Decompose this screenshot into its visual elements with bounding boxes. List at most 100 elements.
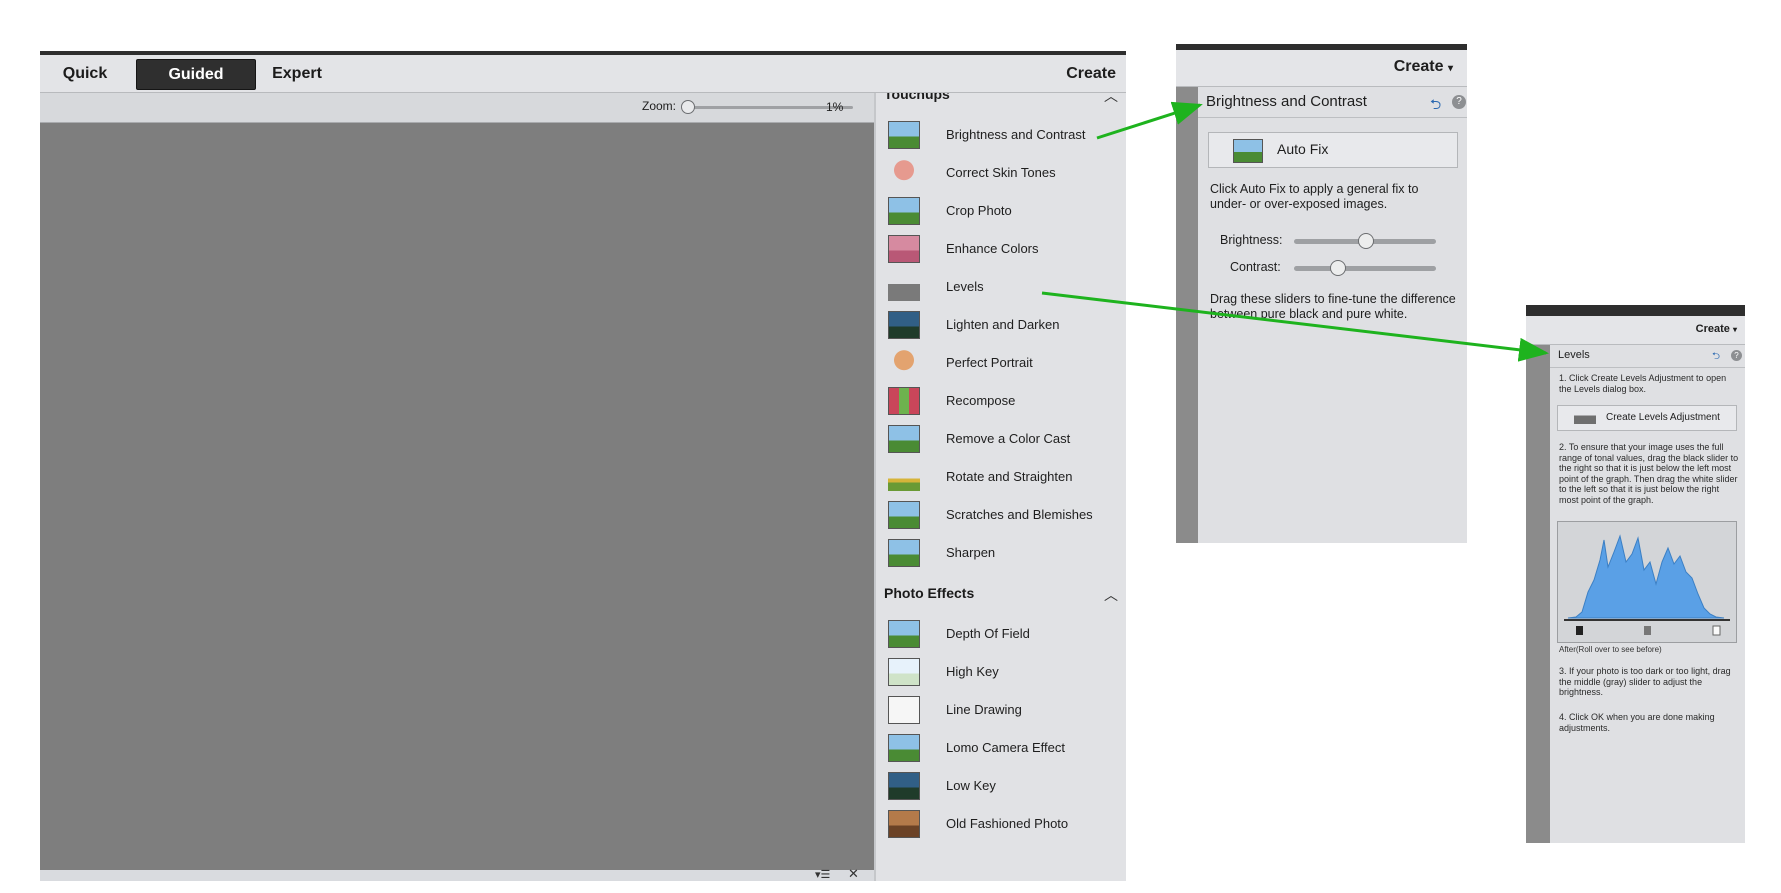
mode-guided-button[interactable]: Guided bbox=[136, 59, 256, 90]
contrast-slider-thumb[interactable] bbox=[1329, 260, 1346, 276]
scratches-icon bbox=[888, 501, 920, 529]
effect-low-key[interactable]: Low Key bbox=[888, 770, 1120, 804]
lomo-camera-icon bbox=[888, 734, 920, 762]
touchup-label: Correct Skin Tones bbox=[946, 165, 1056, 180]
levels-panel: Create ▾ Levels ⮌ ? 1. Click Create Leve… bbox=[1526, 305, 1745, 843]
touchup-label: Enhance Colors bbox=[946, 241, 1039, 256]
create-label: Create bbox=[1695, 323, 1730, 335]
mode-bar: Quick Guided Expert Create bbox=[40, 55, 1126, 93]
auto-fix-button[interactable]: Auto Fix bbox=[1208, 132, 1458, 168]
mode-quick-button[interactable]: Quick bbox=[50, 59, 120, 88]
touchup-brightness-contrast[interactable]: Brightness and Contrast bbox=[888, 119, 1120, 153]
touchup-label: Levels bbox=[946, 279, 984, 294]
list-options-icon[interactable]: ▾☰ bbox=[815, 868, 830, 881]
touchup-scratches-blemishes[interactable]: Scratches and Blemishes bbox=[888, 499, 1120, 533]
histogram-icon bbox=[888, 273, 920, 301]
brightness-contrast-panel: Create ▾ Brightness and Contrast ⮌ ? Aut… bbox=[1176, 44, 1467, 543]
enhance-colors-icon bbox=[888, 235, 920, 263]
effect-old-fashioned[interactable]: Old Fashioned Photo bbox=[888, 808, 1120, 842]
skin-tone-icon bbox=[888, 159, 920, 187]
touchup-crop-photo[interactable]: Crop Photo bbox=[888, 195, 1120, 229]
histogram-shape bbox=[1567, 534, 1725, 619]
effect-line-drawing[interactable]: Line Drawing bbox=[888, 694, 1120, 728]
touchup-label: Remove a Color Cast bbox=[946, 431, 1071, 446]
histogram-caption: After(Roll over to see before) bbox=[1559, 645, 1662, 654]
touchup-levels[interactable]: Levels bbox=[888, 271, 1120, 305]
button-label: Create Levels Adjustment bbox=[1606, 412, 1720, 423]
touchup-label: Crop Photo bbox=[946, 203, 1012, 218]
levels-histogram[interactable] bbox=[1557, 521, 1737, 643]
zoom-slider-thumb[interactable] bbox=[681, 100, 695, 114]
panel-gutter bbox=[1176, 87, 1198, 543]
touchup-label: Brightness and Contrast bbox=[946, 127, 1086, 142]
touchup-lighten-darken[interactable]: Lighten and Darken bbox=[888, 309, 1120, 343]
levels-step-3: 3. If your photo is too dark or too ligh… bbox=[1559, 666, 1731, 698]
touchup-perfect-portrait[interactable]: Perfect Portrait bbox=[888, 347, 1120, 381]
auto-fix-icon bbox=[1233, 139, 1263, 163]
bottom-bar bbox=[40, 870, 874, 881]
recompose-icon bbox=[888, 387, 920, 415]
create-label: Create bbox=[1393, 58, 1444, 75]
chevron-down-icon: ▾ bbox=[1732, 325, 1737, 334]
contrast-slider-track[interactable] bbox=[1294, 266, 1436, 271]
create-menu[interactable]: Create ▾ bbox=[1696, 323, 1737, 335]
color-cast-icon bbox=[888, 425, 920, 453]
help-icon[interactable]: ? bbox=[1731, 350, 1742, 361]
old-fashioned-icon bbox=[888, 810, 920, 838]
panel-top-border bbox=[1526, 305, 1745, 316]
contrast-label: Contrast: bbox=[1230, 260, 1281, 274]
editor-window: Quick Guided Expert Create Zoom: 1% ▾☰ ✕… bbox=[40, 51, 1126, 881]
panel-title: Levels bbox=[1558, 349, 1590, 361]
brightness-contrast-icon bbox=[888, 121, 920, 149]
levels-step-2: 2. To ensure that your image uses the fu… bbox=[1559, 442, 1739, 505]
brightness-slider-thumb[interactable] bbox=[1358, 233, 1374, 249]
effect-label: Low Key bbox=[946, 778, 996, 793]
touchup-sharpen[interactable]: Sharpen bbox=[888, 537, 1120, 571]
depth-of-field-icon bbox=[888, 620, 920, 648]
panel-header: Create ▾ bbox=[1526, 316, 1745, 345]
touchup-label: Lighten and Darken bbox=[946, 317, 1060, 332]
effect-label: Lomo Camera Effect bbox=[946, 740, 1065, 755]
touchup-rotate-straighten[interactable]: Rotate and Straighten bbox=[888, 461, 1120, 495]
reset-icon[interactable]: ⮌ bbox=[1712, 349, 1720, 366]
image-canvas[interactable] bbox=[40, 123, 874, 870]
close-icon[interactable]: ✕ bbox=[848, 866, 859, 882]
touchup-recompose[interactable]: Recompose bbox=[888, 385, 1120, 419]
brightness-label: Brightness: bbox=[1220, 233, 1283, 247]
effect-depth-of-field[interactable]: Depth Of Field bbox=[888, 618, 1120, 652]
touchup-enhance-colors[interactable]: Enhance Colors bbox=[888, 233, 1120, 267]
zoom-value: 1% bbox=[826, 100, 844, 114]
midtone-slider[interactable] bbox=[1644, 626, 1651, 635]
create-menu[interactable]: Create bbox=[1066, 59, 1116, 88]
low-key-icon bbox=[888, 772, 920, 800]
effect-lomo-camera[interactable]: Lomo Camera Effect bbox=[888, 732, 1120, 766]
slider-instructions: Drag these sliders to fine-tune the diff… bbox=[1210, 292, 1456, 321]
line-drawing-icon bbox=[888, 696, 920, 724]
crop-icon bbox=[888, 197, 920, 225]
chevron-down-icon: ▾ bbox=[1447, 63, 1453, 74]
lighten-darken-icon bbox=[888, 311, 920, 339]
auto-fix-label: Auto Fix bbox=[1277, 141, 1329, 157]
create-menu[interactable]: Create ▾ bbox=[1394, 58, 1453, 76]
panel-gutter bbox=[1526, 345, 1550, 843]
touchup-skin-tones[interactable]: Correct Skin Tones bbox=[888, 157, 1120, 191]
black-point-slider[interactable] bbox=[1576, 626, 1583, 635]
reset-icon[interactable]: ⮌ bbox=[1430, 94, 1441, 118]
panel-title-bar: Levels ⮌ ? bbox=[1550, 345, 1745, 368]
help-icon[interactable]: ? bbox=[1452, 95, 1466, 109]
levels-step-1: 1. Click Create Levels Adjustment to ope… bbox=[1559, 373, 1727, 394]
photo-effects-heading: Photo Effects bbox=[884, 585, 975, 601]
effect-label: Line Drawing bbox=[946, 702, 1022, 717]
touchup-label: Recompose bbox=[946, 393, 1016, 408]
mode-expert-button[interactable]: Expert bbox=[262, 59, 332, 88]
portrait-icon bbox=[888, 349, 920, 377]
touchup-label: Rotate and Straighten bbox=[946, 469, 1073, 484]
rotate-icon bbox=[888, 463, 920, 491]
chevron-up-icon[interactable]: ︿ bbox=[1104, 93, 1118, 106]
white-point-slider[interactable] bbox=[1712, 625, 1721, 636]
touchup-remove-color-cast[interactable]: Remove a Color Cast bbox=[888, 423, 1120, 457]
panel-title-bar: Brightness and Contrast ⮌ ? bbox=[1198, 87, 1467, 118]
create-levels-adjustment-button[interactable]: Create Levels Adjustment bbox=[1557, 405, 1737, 431]
effect-high-key[interactable]: High Key bbox=[888, 656, 1120, 690]
chevron-up-icon[interactable]: ︿ bbox=[1104, 585, 1118, 605]
